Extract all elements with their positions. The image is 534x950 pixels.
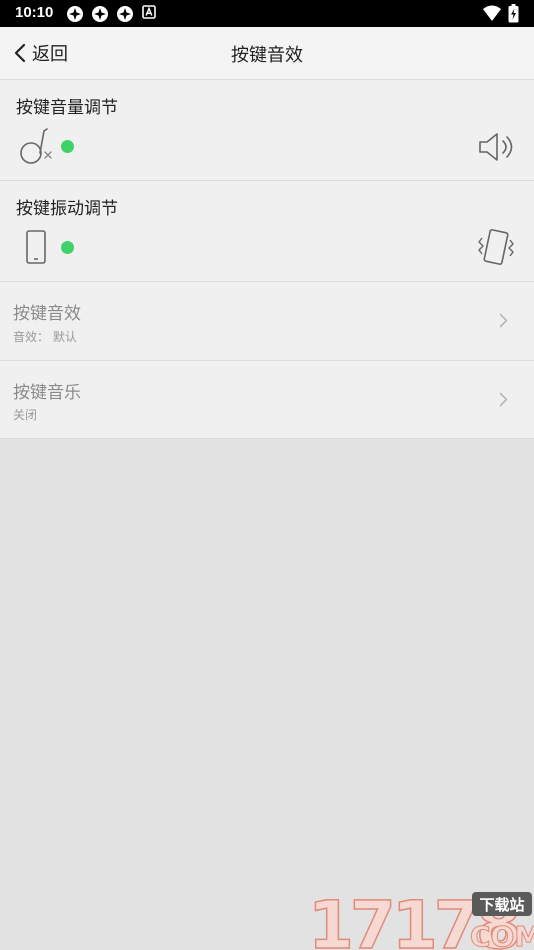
vibration-label: 按键振动调节 (16, 199, 118, 219)
key-sound-effect-value: 音效： 默认 (13, 330, 77, 344)
volume-panel: 按键音量调节 (0, 80, 534, 181)
app-notification-icon (92, 6, 108, 22)
key-music-item[interactable]: 按键音乐 关闭 (0, 361, 534, 439)
keyboard-a-icon (142, 5, 156, 19)
key-music-value: 关闭 (13, 408, 38, 422)
key-sound-effect-title: 按键音效 (13, 304, 81, 324)
page-title: 按键音效 (231, 45, 303, 66)
key-sound-effect-item[interactable]: 按键音效 音效： 默认 (0, 282, 534, 361)
key-music-title: 按键音乐 (13, 383, 81, 403)
music-note-mute-icon (20, 128, 52, 164)
watermark-logo: 17178 下载站 COM (308, 888, 534, 950)
app-notification-icon (67, 6, 83, 22)
volume-label: 按键音量调节 (16, 98, 118, 118)
wifi-icon (483, 5, 501, 21)
volume-slider-handle[interactable] (61, 140, 74, 153)
phone-icon (26, 230, 46, 264)
phone-vibrate-icon (478, 229, 514, 265)
watermark-badge: 下载站 (479, 896, 524, 914)
speaker-icon (479, 133, 513, 161)
vibration-panel: 按键振动调节 (0, 181, 534, 282)
chevron-right-icon (499, 392, 508, 407)
status-bar: 10:10 (0, 0, 534, 27)
chevron-right-icon (499, 313, 508, 328)
vibration-slider-handle[interactable] (61, 241, 74, 254)
status-time: 10:10 (15, 4, 54, 21)
battery-icon (508, 4, 519, 23)
title-bar: 返回 按键音效 (0, 27, 534, 80)
watermark-domain: COM (470, 920, 534, 950)
app-notification-icon (117, 6, 133, 22)
